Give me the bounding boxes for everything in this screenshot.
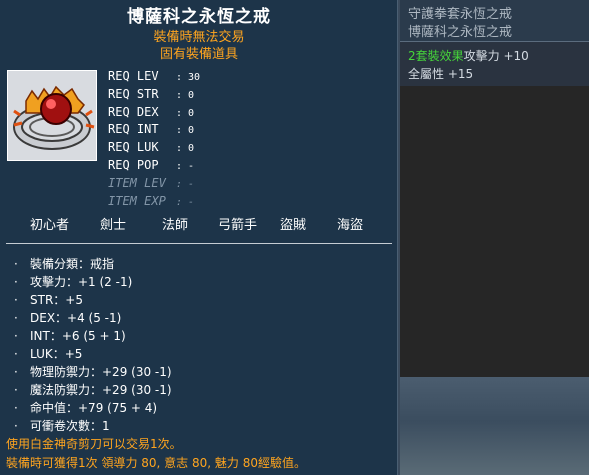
stat-category: · 裝備分類：戒指	[14, 257, 115, 271]
stat-str: · STR：+5	[14, 293, 83, 307]
untradeable-warning: 固有裝備道具	[159, 47, 238, 62]
set-effect-label: 2套裝效果	[408, 49, 464, 63]
job-magician: 法師	[162, 218, 189, 233]
stat-dex: · DEX：+4 (5 -1)	[14, 311, 122, 325]
set-item-1: 守護拳套永恆之戒	[408, 7, 513, 22]
job-thief: 盜賊	[280, 218, 307, 233]
set-item-2: 博薩科之永恆之戒	[408, 25, 513, 40]
stat-luk: · LUK：+5	[14, 347, 83, 361]
req-luk-row: REQ LUK: 0	[108, 140, 195, 154]
ruby-ring-icon	[7, 70, 97, 161]
job-warrior: 劍士	[100, 218, 127, 233]
item-title: 博薩科之永恆之戒	[127, 7, 271, 27]
scissors-note: 使用白金神奇剪刀可以交易1次。	[6, 437, 182, 451]
equip-exp-note: 裝備時可獲得1次 領導力 80, 意志 80, 魅力 80經驗值。	[6, 456, 306, 470]
stat-int: · INT：+6 (5 + 1)	[14, 329, 126, 343]
stat-magic-def: · 魔法防禦力：+29 (30 -1)	[14, 383, 172, 397]
job-row: 初心者 劍士 法師 弓箭手 盜賊 海盜	[0, 214, 398, 236]
item-lev-row: ITEM LEV: -	[108, 176, 195, 190]
req-pop-row: REQ POP: -	[108, 158, 195, 172]
set-effect-line-2: 全屬性 +15	[408, 67, 474, 81]
divider	[6, 243, 392, 244]
stat-accuracy: · 命中值：+79 (75 + 4)	[14, 401, 158, 415]
background-dark-area	[400, 86, 589, 377]
item-tooltip: 博薩科之永恆之戒 裝備時無法交易 固有裝備道具 REQ LEV: 30 REQ …	[0, 0, 398, 475]
set-effect-line-1: 2套裝效果攻擊力 +10	[408, 47, 529, 64]
set-effect-attack: 攻擊力 +10	[463, 49, 529, 63]
stat-upgrade-slots: · 可衝卷次數：1	[14, 419, 110, 433]
job-beginner: 初心者	[30, 218, 70, 233]
req-str-row: REQ STR: 0	[108, 87, 195, 101]
job-bowman: 弓箭手	[218, 218, 258, 233]
req-int-row: REQ INT: 0	[108, 122, 195, 136]
job-pirate: 海盜	[337, 218, 364, 233]
req-lev-row: REQ LEV: 30	[108, 69, 201, 83]
item-exp-row: ITEM EXP: -	[108, 194, 195, 208]
req-dex-row: REQ DEX: 0	[108, 105, 195, 119]
stat-attack: · 攻擊力：+1 (2 -1)	[14, 275, 133, 289]
stat-weapon-def: · 物理防禦力：+29 (30 -1)	[14, 365, 172, 379]
background-sky-area	[400, 377, 589, 475]
